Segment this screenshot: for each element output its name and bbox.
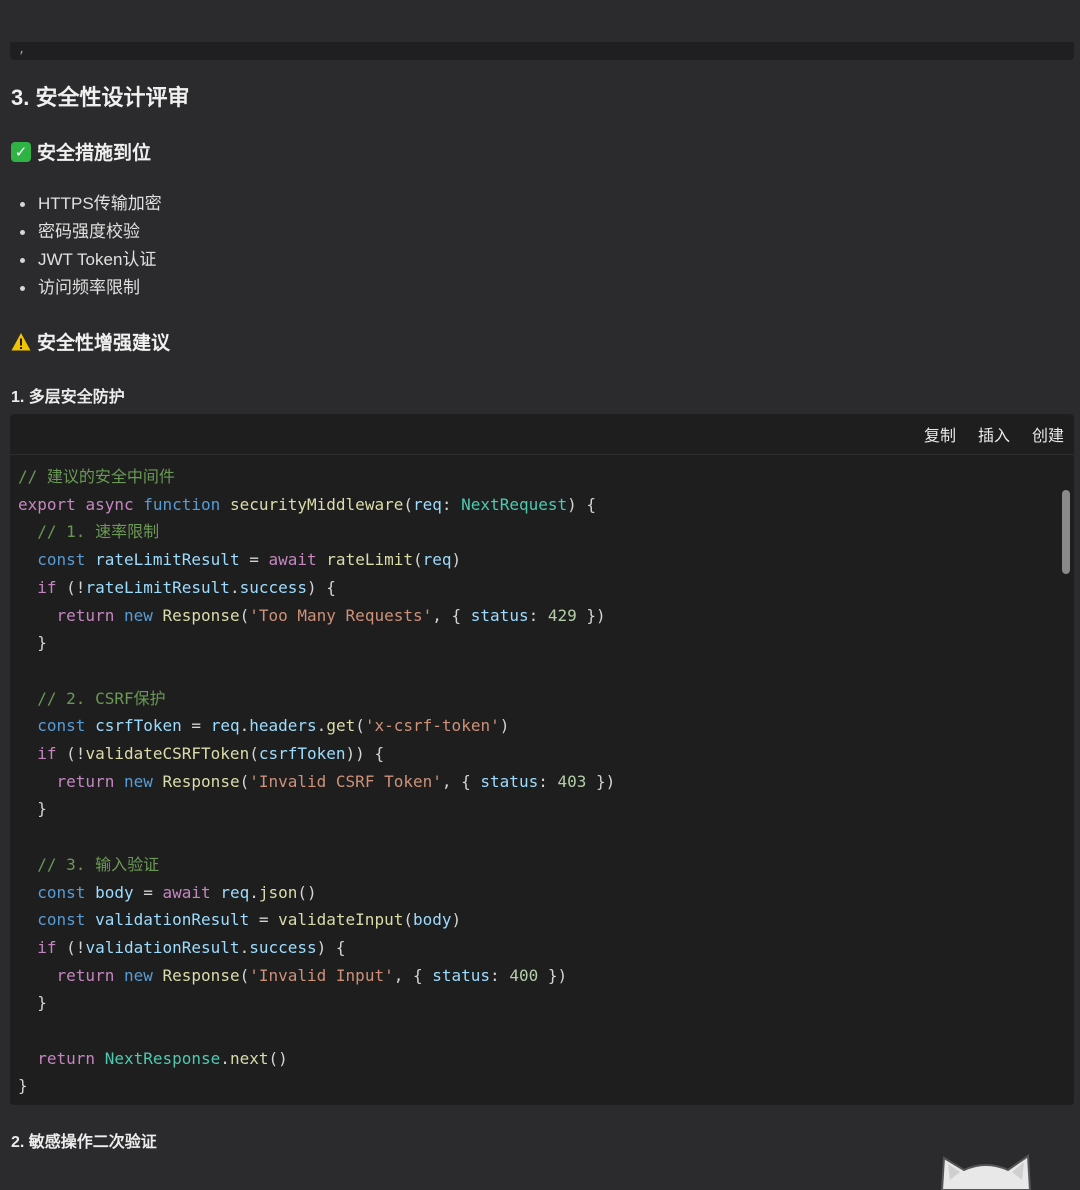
code-block: 复制 插入 创建 // 建议的安全中间件 export async functi… — [10, 414, 1074, 1105]
previous-code-block-end: , — [10, 42, 1074, 60]
warning-icon — [11, 332, 31, 350]
list-item: HTTPS传输加密 — [20, 190, 162, 218]
security-ok-heading-text: 安全措施到位 — [37, 143, 152, 164]
security-suggestion-heading-text: 安全性增强建议 — [37, 333, 171, 354]
copy-button[interactable]: 复制 — [924, 422, 956, 446]
code-toolbar: 复制 插入 创建 — [10, 414, 1074, 455]
step-one-title: 1. 多层安全防护 — [11, 389, 125, 406]
list-item: 密码强度校验 — [20, 218, 162, 246]
cat-mascot-icon — [940, 1154, 1032, 1190]
check-box-icon: ✓ — [11, 141, 31, 162]
security-suggestion-heading: 安全性增强建议 — [11, 328, 170, 355]
insert-button[interactable]: 插入 — [978, 422, 1010, 446]
code-content: // 建议的安全中间件 export async function securi… — [18, 467, 616, 1096]
security-measures-list: HTTPS传输加密 密码强度校验 JWT Token认证 访问频率限制 — [20, 190, 162, 302]
step-two-title: 2. 敏感操作二次验证 — [11, 1134, 157, 1151]
list-item: JWT Token认证 — [20, 246, 162, 274]
section-title: 3. 安全性设计评审 — [11, 85, 190, 110]
list-item: 访问频率限制 — [20, 274, 162, 302]
security-ok-heading: ✓ 安全措施到位 — [11, 138, 151, 165]
create-button[interactable]: 创建 — [1032, 422, 1064, 446]
code-scrollbar[interactable] — [1062, 490, 1070, 574]
